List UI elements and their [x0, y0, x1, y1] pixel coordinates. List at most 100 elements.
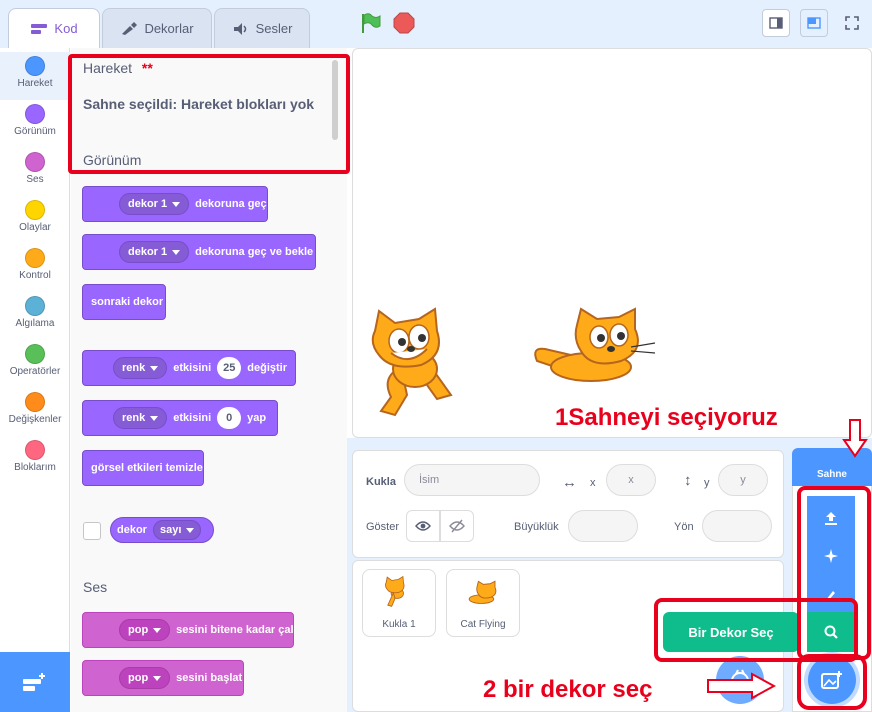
effect-value-input[interactable]: 0 — [217, 407, 242, 429]
size-field[interactable] — [568, 510, 638, 542]
hide-sprite-button[interactable] — [440, 510, 474, 542]
play-sound-until-done-block[interactable]: pop sesini bitene kadar çal — [82, 612, 294, 648]
category-label: Hareket — [17, 78, 53, 89]
sound-dropdown[interactable]: pop — [119, 667, 171, 689]
scratch-editor: Kod Dekorlar Sesler Hareket Görünüm Ses — [0, 0, 872, 712]
direction-field[interactable] — [702, 510, 772, 542]
fullscreen-button[interactable] — [838, 9, 866, 37]
brush-icon — [120, 21, 138, 36]
backdrop-dropdown[interactable]: dekor 1 — [119, 193, 190, 215]
y-arrow-icon: ↕ — [684, 472, 692, 489]
block-text: etkisini — [173, 362, 212, 374]
sensing-dot-icon — [25, 296, 45, 316]
switch-backdrop-wait-block[interactable]: dekor 1 dekoruna geç ve bekle — [82, 234, 316, 270]
sound-section-title: Ses — [83, 579, 108, 595]
cat-flying-thumbnail-icon — [468, 580, 497, 604]
x-arrow-icon: ↔ — [562, 474, 577, 491]
backdrop-dropdown[interactable]: dekor 1 — [119, 241, 190, 263]
sprite-thumbnail[interactable]: Cat Flying — [446, 569, 520, 637]
block-text: dekor — [117, 524, 147, 536]
name-placeholder: İsim — [419, 474, 440, 486]
show-label: Göster — [366, 521, 400, 533]
control-dot-icon — [25, 248, 45, 268]
cat-thumbnail-icon — [385, 575, 405, 607]
clear-effects-block[interactable]: görsel etkileri temizle — [82, 450, 204, 486]
block-text: sesini bitene kadar çal — [176, 624, 294, 636]
sprite-name: Cat Flying — [460, 619, 506, 630]
category-label: Algılama — [15, 318, 55, 329]
sprite-thumbnail[interactable]: Kukla 1 — [362, 569, 436, 637]
cat-sprite-flying[interactable] — [531, 307, 661, 387]
category-looks[interactable]: Görünüm — [0, 100, 70, 148]
block-text: sonraki dekor — [91, 296, 164, 308]
category-events[interactable]: Olaylar — [0, 196, 70, 244]
eye-icon — [415, 521, 431, 531]
category-label: Olaylar — [19, 222, 51, 233]
category-sound[interactable]: Ses — [0, 148, 70, 196]
category-variables[interactable]: Değişkenler — [0, 388, 70, 436]
category-motion[interactable]: Hareket — [0, 52, 70, 100]
x-position-field[interactable]: x — [606, 464, 656, 496]
normal-stage-button[interactable] — [800, 9, 828, 37]
tab-sounds-label: Sesler — [255, 21, 293, 36]
tab-sounds[interactable]: Sesler — [214, 8, 310, 48]
speaker-icon — [232, 22, 250, 36]
stage-canvas[interactable] — [352, 48, 872, 438]
stage-header — [347, 0, 872, 48]
green-flag-icon[interactable] — [360, 12, 382, 34]
cat-sprite-walking[interactable] — [361, 307, 481, 421]
set-effect-block[interactable]: renk etkisini 0 yap — [82, 400, 278, 436]
stage-title: Sahne — [816, 469, 847, 480]
block-text: görsel etkileri temizle — [91, 462, 203, 474]
eye-slash-icon — [449, 519, 465, 533]
tab-costumes[interactable]: Dekorlar — [102, 8, 212, 48]
events-dot-icon — [25, 200, 45, 220]
down-arrow-icon — [842, 419, 868, 458]
show-sprite-button[interactable] — [406, 510, 440, 542]
next-backdrop-block[interactable]: sonraki dekor — [82, 284, 166, 320]
sprite-name-field[interactable]: İsim — [404, 464, 540, 496]
x-label: x — [590, 477, 596, 489]
stop-icon[interactable] — [393, 12, 415, 34]
looks-dot-icon — [25, 104, 45, 124]
operators-dot-icon — [25, 344, 45, 364]
category-label: Operatörler — [9, 366, 61, 377]
tab-costumes-label: Dekorlar — [144, 21, 194, 36]
small-stage-button[interactable] — [762, 9, 790, 37]
category-label: Kontrol — [19, 270, 51, 281]
annotation-step2: 2 bir dekor seç — [483, 676, 653, 703]
annotation-step1: 1Sahneyi seçiyoruz — [555, 404, 778, 431]
switch-backdrop-block[interactable]: dekor 1 dekoruna geç — [82, 186, 268, 222]
motion-dot-icon — [25, 56, 45, 76]
reporter-checkbox[interactable] — [83, 522, 101, 540]
tab-code-label: Kod — [54, 21, 78, 36]
tab-code[interactable]: Kod — [8, 8, 100, 48]
effect-dropdown[interactable]: renk — [113, 407, 168, 429]
start-sound-block[interactable]: pop sesini başlat — [82, 660, 244, 696]
effect-value-input[interactable]: 25 — [217, 357, 242, 379]
effect-dropdown[interactable]: renk — [113, 357, 168, 379]
myblocks-dot-icon — [25, 440, 45, 460]
right-arrow-icon — [707, 672, 776, 700]
y-position-field[interactable]: y — [718, 464, 768, 496]
y-value: y — [740, 474, 746, 486]
category-label: Ses — [26, 174, 44, 185]
change-effect-block[interactable]: renk etkisini 25 değiştir — [82, 350, 296, 386]
category-sensing[interactable]: Algılama — [0, 292, 70, 340]
sound-dropdown[interactable]: pop — [119, 619, 171, 641]
category-control[interactable]: Kontrol — [0, 244, 70, 292]
category-myblocks[interactable]: Bloklarım — [0, 436, 70, 484]
editor-tabs: Kod Dekorlar Sesler — [0, 0, 347, 48]
backdrop-attr-dropdown[interactable]: sayı — [152, 520, 202, 540]
highlight-box-backdrop-button — [797, 654, 867, 710]
block-text: dekoruna geç ve bekle — [195, 246, 314, 258]
y-label: y — [704, 477, 710, 489]
add-extension-button[interactable] — [0, 652, 70, 712]
backdrop-number-reporter[interactable]: dekor sayı — [110, 517, 214, 543]
sprite-name: Kukla 1 — [382, 619, 416, 630]
variables-dot-icon — [25, 392, 45, 412]
category-operators[interactable]: Operatörler — [0, 340, 70, 388]
direction-label: Yön — [674, 521, 694, 533]
category-label: Değişkenler — [8, 414, 62, 425]
small-stage-icon — [769, 17, 783, 29]
